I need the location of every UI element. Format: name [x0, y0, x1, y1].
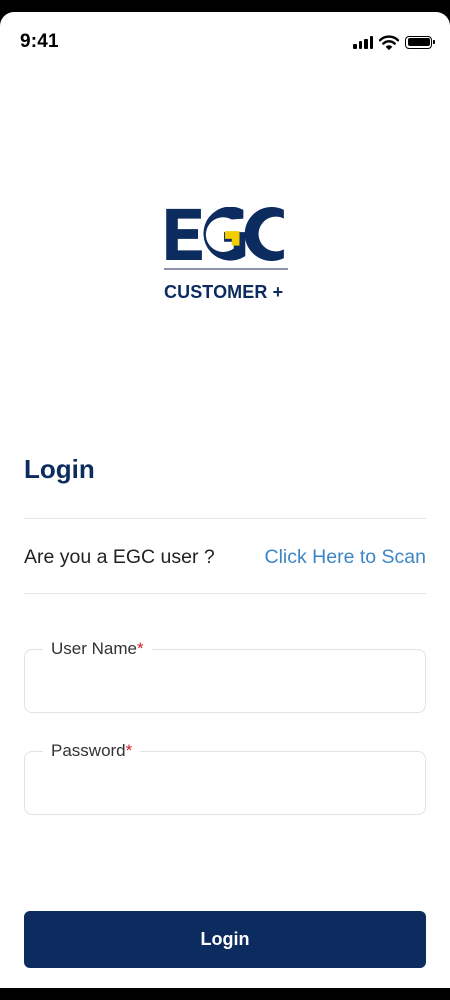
egc-logo-mark: [166, 206, 284, 261]
username-label-text: User Name: [51, 639, 137, 658]
password-label: Password*: [43, 741, 141, 761]
username-field: User Name*: [24, 639, 426, 713]
login-button[interactable]: Login: [24, 911, 426, 968]
username-label: User Name*: [43, 639, 152, 659]
divider-top: [24, 518, 426, 519]
cellular-signal-icon: [353, 35, 373, 49]
page-title: Login: [24, 454, 95, 484]
wifi-icon: [379, 34, 399, 50]
scan-question: Are you a EGC user ?: [24, 546, 215, 568]
egc-logo: CUSTOMER +: [164, 206, 288, 307]
username-input[interactable]: [25, 650, 425, 712]
password-input[interactable]: [25, 752, 425, 814]
logo-subtitle: CUSTOMER +: [164, 282, 284, 302]
divider-bottom: [24, 593, 426, 594]
login-screen: 9:41 CUSTOMER + Login Are you a EGC user…: [0, 12, 450, 988]
status-bar: 9:41: [0, 12, 450, 72]
password-field: Password*: [24, 741, 426, 815]
scan-link[interactable]: Click Here to Scan: [265, 546, 426, 569]
username-required-mark: *: [136, 639, 144, 658]
password-label-text: Password: [51, 741, 126, 760]
logo-divider: [164, 268, 288, 270]
scan-row: Are you a EGC user ? Click Here to Scan: [24, 546, 426, 569]
status-icons: [353, 34, 435, 50]
status-time: 9:41: [20, 31, 59, 52]
password-required-mark: *: [125, 741, 133, 760]
battery-icon: [405, 35, 435, 49]
